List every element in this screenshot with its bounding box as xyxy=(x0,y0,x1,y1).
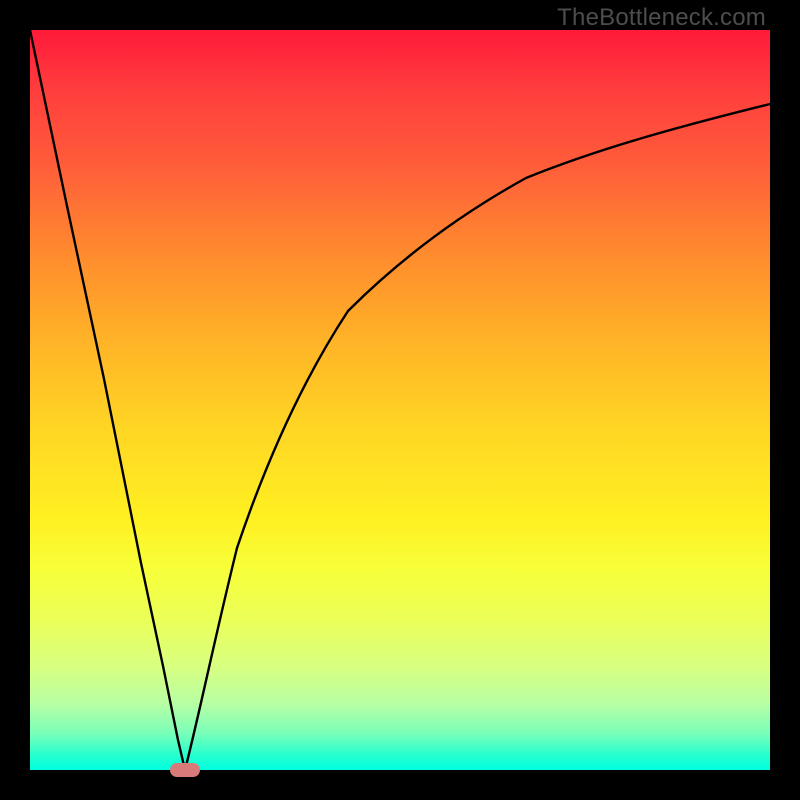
optimal-marker xyxy=(170,763,200,777)
bottleneck-curve xyxy=(30,30,770,770)
chart-plot-area xyxy=(30,30,770,770)
watermark-text: TheBottleneck.com xyxy=(557,4,766,32)
curve-left-branch xyxy=(30,30,185,770)
curve-right-branch xyxy=(185,104,770,770)
chart-frame: TheBottleneck.com xyxy=(0,0,800,800)
